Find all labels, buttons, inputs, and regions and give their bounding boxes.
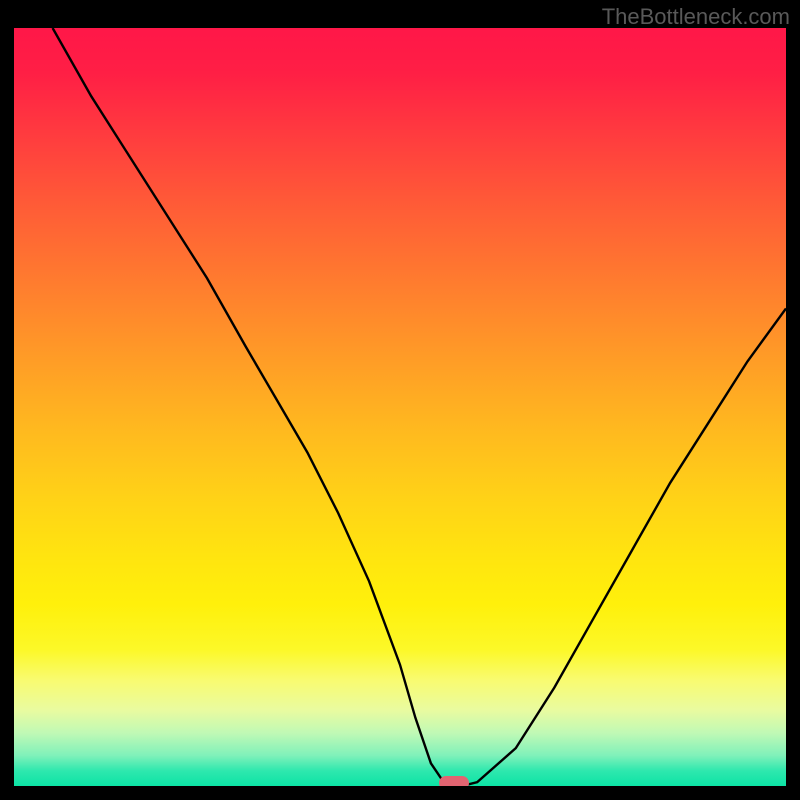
chart-svg (14, 28, 786, 786)
chart-valley-marker (439, 776, 469, 786)
bottleneck-curve-line (53, 28, 786, 786)
chart-plot-area (14, 28, 786, 786)
watermark-text: TheBottleneck.com (602, 4, 790, 30)
